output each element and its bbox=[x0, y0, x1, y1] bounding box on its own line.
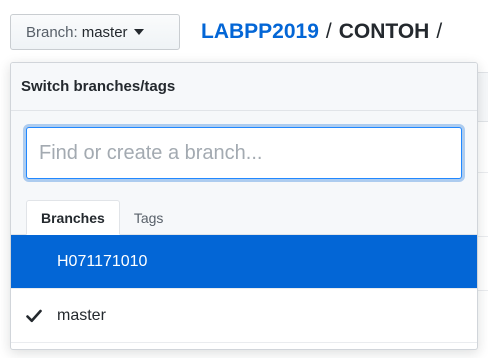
background-file-header bbox=[478, 72, 488, 122]
background-row-divider bbox=[478, 290, 488, 291]
branch-item-master[interactable]: master bbox=[11, 289, 477, 343]
branch-select-current: master bbox=[81, 23, 128, 41]
breadcrumb-separator: / bbox=[436, 20, 443, 43]
repo-name-link[interactable]: CONTOH bbox=[339, 20, 430, 43]
check-icon bbox=[26, 309, 42, 323]
dropdown-header: Switch branches/tags bbox=[11, 63, 477, 111]
dropdown-title: Switch branches/tags bbox=[21, 78, 176, 95]
branch-select-prefix: Branch: bbox=[26, 23, 78, 41]
branch-dropdown-menu: Switch branches/tags Branches Tags H0711… bbox=[10, 62, 478, 350]
repo-owner-link[interactable]: LABPP2019 bbox=[201, 20, 319, 43]
branch-select-button[interactable]: Branch: master bbox=[10, 14, 180, 50]
caret-down-icon bbox=[133, 29, 144, 35]
background-row-divider bbox=[478, 236, 488, 237]
dropdown-filter-area: Branches Tags bbox=[11, 111, 477, 235]
branch-item-label: H071171010 bbox=[57, 252, 148, 270]
tab-branches[interactable]: Branches bbox=[26, 200, 120, 235]
dropdown-tabs: Branches Tags bbox=[26, 200, 177, 235]
branch-list: H071171010 master bbox=[11, 235, 477, 343]
repo-breadcrumb: LABPP2019 / CONTOH / bbox=[201, 17, 442, 47]
page: Branch: master LABPP2019 / CONTOH / Switch … bbox=[0, 0, 488, 358]
branch-filter-input[interactable] bbox=[26, 127, 462, 179]
tab-tags-label: Tags bbox=[133, 210, 164, 226]
background-row-divider bbox=[478, 172, 488, 173]
check-slot bbox=[11, 309, 57, 323]
tab-tags[interactable]: Tags bbox=[120, 201, 178, 235]
branch-item-h071171010[interactable]: H071171010 bbox=[11, 235, 477, 289]
breadcrumb-separator: / bbox=[325, 20, 332, 43]
branch-item-label: master bbox=[57, 306, 106, 324]
tab-branches-label: Branches bbox=[41, 209, 105, 226]
